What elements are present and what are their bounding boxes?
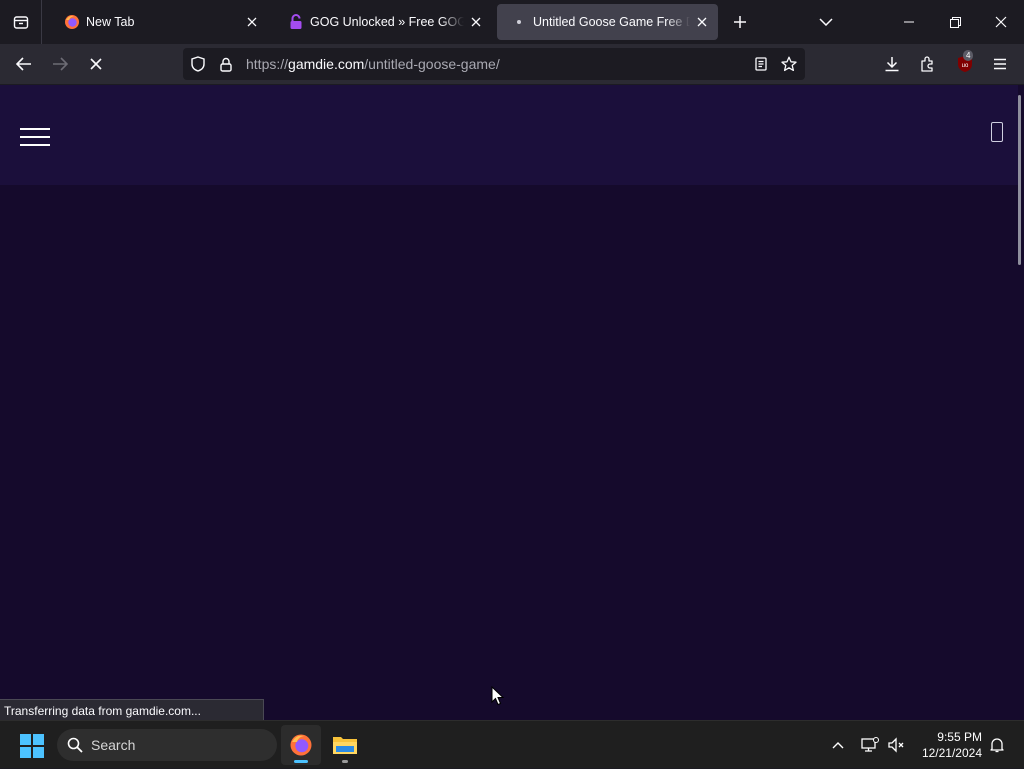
stop-loading-button[interactable]: [81, 49, 111, 79]
windows-taskbar: Search 9:55 PM 12/21/2024: [0, 720, 1024, 768]
firefox-icon: [290, 734, 312, 756]
firefox-view-icon: [13, 16, 28, 29]
minimize-icon: [904, 21, 914, 23]
network-status-button[interactable]: [858, 721, 882, 769]
network-icon: [861, 737, 879, 752]
url-text: https://gamdie.com/untitled-goose-game/: [246, 56, 500, 72]
list-all-tabs-button[interactable]: [812, 8, 840, 36]
reader-view-icon[interactable]: [747, 50, 775, 78]
show-hidden-icons-button[interactable]: [826, 721, 850, 769]
tab-strip: New Tab GOG Unlocked » Free GOG Games Un…: [0, 0, 1024, 44]
folder-icon: [333, 737, 357, 754]
mouse-cursor-icon: [491, 686, 505, 706]
close-tab-icon[interactable]: [240, 10, 264, 34]
speaker-muted-icon: [888, 737, 904, 753]
chevron-up-icon: [832, 742, 844, 749]
web-page: [0, 85, 1024, 720]
close-tab-icon[interactable]: [690, 10, 714, 34]
site-header: [0, 85, 1018, 185]
chevron-down-icon: [819, 18, 833, 26]
qr-code-icon[interactable]: [991, 122, 1003, 142]
forward-button[interactable]: [45, 49, 75, 79]
tab-untitled-goose-game[interactable]: Untitled Goose Game Free Download: [497, 4, 718, 40]
running-indicator: [294, 760, 308, 763]
puzzle-piece-icon: [921, 56, 933, 72]
page-scrollbar[interactable]: [1018, 95, 1021, 265]
close-tab-icon[interactable]: [464, 10, 488, 34]
tab-title: GOG Unlocked » Free GOG Games: [310, 15, 464, 29]
tracking-protection-shield-icon[interactable]: [184, 50, 212, 78]
gog-unlocked-icon: [288, 14, 304, 30]
tab-title: Untitled Goose Game Free Download: [533, 15, 690, 29]
running-indicator: [342, 760, 348, 763]
minimize-button[interactable]: [886, 0, 932, 44]
back-button[interactable]: [9, 49, 39, 79]
bookmark-star-icon[interactable]: [775, 50, 803, 78]
back-arrow-icon: [16, 57, 31, 71]
forward-arrow-icon: [53, 57, 68, 71]
taskbar-clock[interactable]: 9:55 PM 12/21/2024: [914, 729, 982, 761]
clock-time: 9:55 PM: [937, 730, 982, 744]
taskbar-search-box[interactable]: Search: [57, 729, 277, 761]
clock-date: 12/21/2024: [921, 746, 982, 760]
address-bar[interactable]: https://gamdie.com/untitled-goose-game/: [183, 48, 805, 80]
bell-icon: [990, 738, 1004, 753]
windows-start-icon[interactable]: [20, 734, 44, 758]
firefox-icon: [64, 14, 80, 30]
downloads-button[interactable]: [877, 49, 907, 79]
download-icon: [885, 57, 899, 72]
tab-title: New Tab: [86, 15, 135, 29]
navigation-toolbar: https://gamdie.com/untitled-goose-game/ …: [0, 44, 1024, 84]
close-window-button[interactable]: [978, 0, 1024, 44]
firefox-view-button[interactable]: [0, 0, 42, 44]
site-menu-icon[interactable]: [20, 128, 50, 148]
volume-button[interactable]: [884, 721, 908, 769]
restore-icon: [949, 16, 961, 28]
taskbar-file-explorer[interactable]: [325, 725, 365, 765]
tab-new-tab[interactable]: New Tab: [50, 4, 268, 40]
status-panel: Transferring data from gamdie.com...: [0, 699, 264, 721]
plus-icon: [734, 16, 746, 28]
search-placeholder: Search: [91, 737, 136, 753]
hamburger-menu-icon: [994, 58, 1006, 70]
app-menu-button[interactable]: [985, 49, 1015, 79]
svg-text:uo: uo: [962, 63, 969, 69]
restore-button[interactable]: [932, 0, 978, 44]
close-icon: [995, 16, 1007, 28]
taskbar-firefox[interactable]: [281, 725, 321, 765]
tab-gog-unlocked[interactable]: GOG Unlocked » Free GOG Games: [274, 4, 492, 40]
search-icon: [67, 737, 83, 753]
stop-icon: [90, 58, 102, 70]
notifications-button[interactable]: [986, 721, 1008, 769]
loading-dot-icon: [511, 14, 527, 30]
lock-icon[interactable]: [212, 50, 240, 78]
extensions-button[interactable]: [913, 49, 943, 79]
new-tab-button[interactable]: [726, 8, 754, 36]
